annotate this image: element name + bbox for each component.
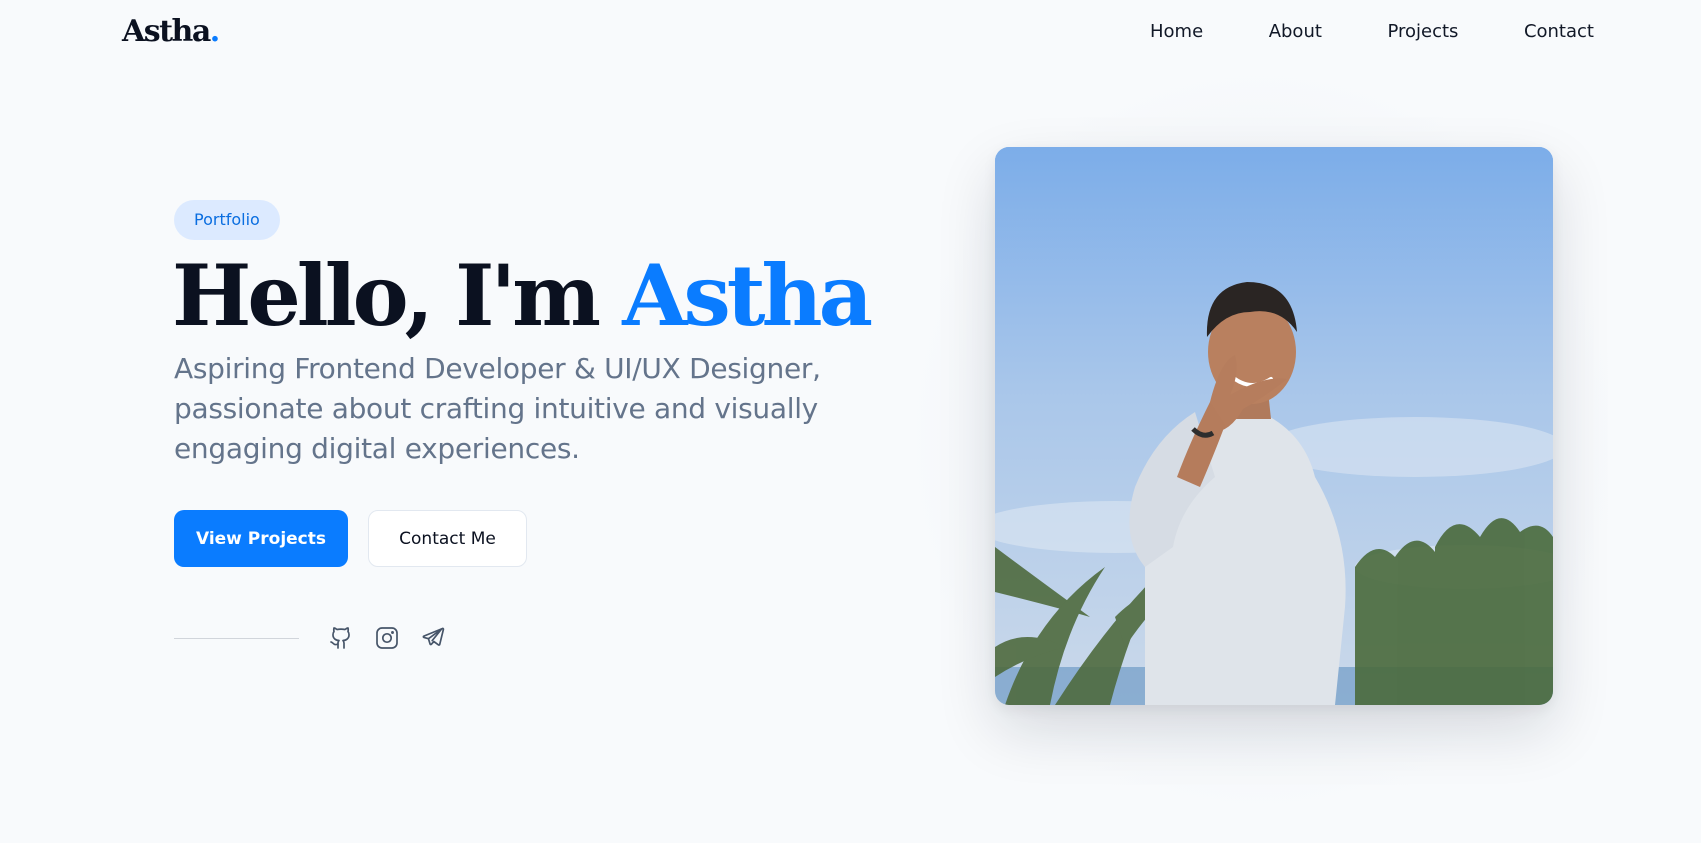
page: Astha. Home About Projects Contact Portf… bbox=[0, 0, 1701, 843]
hero-headline: Hello, I'm Astha bbox=[172, 246, 873, 346]
brand-dot: . bbox=[209, 14, 220, 49]
nav-about[interactable]: About bbox=[1269, 20, 1322, 44]
brand-name: Astha bbox=[122, 14, 211, 49]
headline-accent-name: Astha bbox=[622, 246, 873, 345]
instagram-icon[interactable] bbox=[375, 626, 399, 650]
headline-prefix: Hello, I'm bbox=[172, 246, 623, 345]
social-links bbox=[329, 626, 445, 650]
profile-photo bbox=[995, 147, 1553, 705]
contact-me-button[interactable]: Contact Me bbox=[368, 510, 527, 567]
view-projects-button[interactable]: View Projects bbox=[174, 510, 348, 567]
telegram-icon[interactable] bbox=[421, 626, 445, 650]
brand-logo[interactable]: Astha. bbox=[122, 14, 220, 50]
nav-projects[interactable]: Projects bbox=[1387, 20, 1458, 44]
hero-subtitle: Aspiring Frontend Developer & UI/UX Desi… bbox=[174, 352, 821, 465]
github-icon[interactable] bbox=[329, 626, 353, 650]
social-divider bbox=[174, 638, 299, 639]
nav-contact[interactable]: Contact bbox=[1524, 20, 1594, 44]
portfolio-badge: Portfolio bbox=[174, 200, 280, 240]
nav-home[interactable]: Home bbox=[1150, 20, 1203, 44]
main-nav: Home About Projects Contact bbox=[1150, 20, 1594, 44]
